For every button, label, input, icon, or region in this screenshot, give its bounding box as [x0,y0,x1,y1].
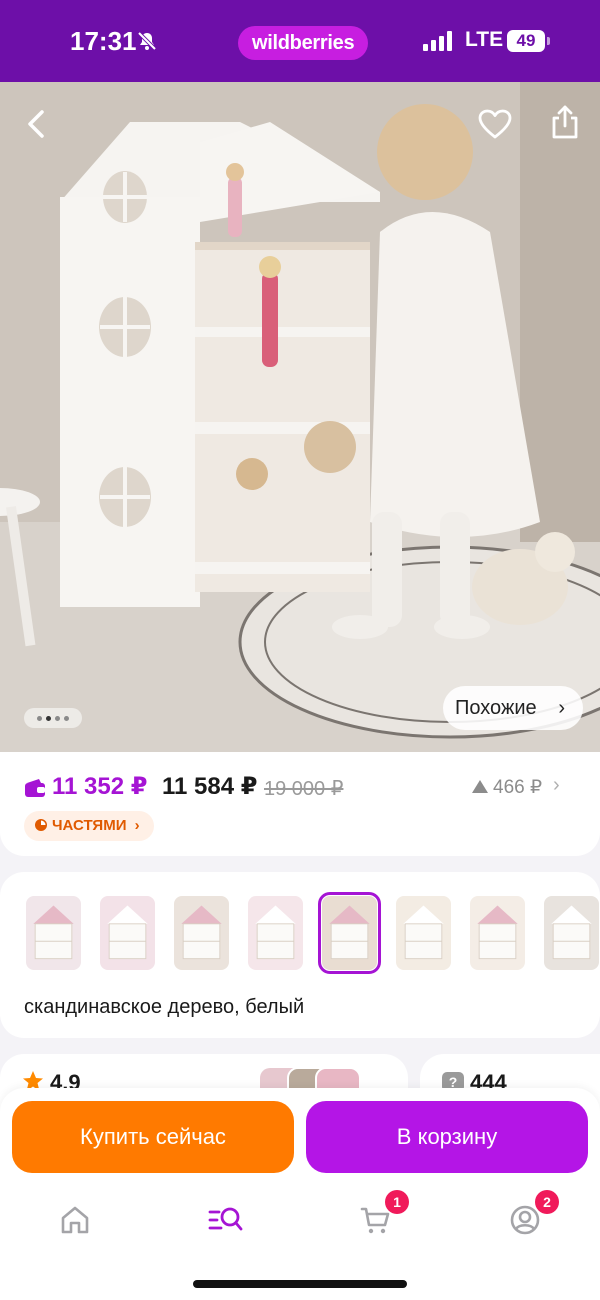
current-price: 11 584 ₽ [162,773,258,800]
status-time: 17:31 [70,26,137,56]
variant-thumbnails [22,892,600,974]
variant-image [544,896,599,970]
bell-muted-icon [137,31,157,51]
signal-icon [423,31,452,51]
pie-icon [35,819,47,831]
variant-image [100,896,155,970]
nav-home[interactable] [55,1200,95,1240]
price-card: 11 352 ₽ 11 584 ₽ 19 000 ₽ 466 ₽ › ЧАСТЯ… [0,752,600,856]
dollhouse-thumbnail-image [255,905,296,960]
dollhouse-thumbnail-image [329,905,370,960]
home-indicator [193,1280,407,1288]
search-list-icon [208,1207,243,1231]
variant-thumbnail[interactable] [540,892,600,974]
installments-label: ЧАСТЯМИ [52,817,127,834]
nav-cart[interactable]: 1 [355,1190,409,1240]
variant-thumbnail[interactable] [392,892,455,974]
pagination-dot [37,715,42,721]
variant-image [248,896,303,970]
variant-thumbnail[interactable] [96,892,159,974]
variants-card: скандинавское дерево, белый [0,872,600,1038]
variant-image [26,896,81,970]
pagination-dot-active [46,715,51,721]
chevron-right-icon: › [134,817,140,834]
favorite-button[interactable] [473,102,517,146]
wallet-icon [25,779,45,797]
similar-button[interactable]: Похожие › [443,686,583,730]
chevron-right-icon: › [558,697,565,719]
variant-image [470,896,525,970]
cart-badge: 1 [385,1190,409,1214]
share-button[interactable] [543,100,587,144]
add-to-cart-button[interactable]: В корзину [306,1101,588,1173]
chevron-right-icon: › [553,774,560,796]
variant-image [396,896,451,970]
dollhouse-thumbnail-image [181,905,222,960]
product-page: 17:31 wildberries LTE 49 Похожие › 11 35… [0,0,600,1300]
photo-pagination [24,708,82,728]
share-icon [552,105,578,139]
variant-thumbnail[interactable] [244,892,307,974]
wallet-price: 11 352 ₽ [52,773,148,800]
pagination-dot [64,715,69,721]
network-type: LTE [465,28,504,51]
battery-icon: 49 [507,30,545,52]
selected-variant-label: скандинавское дерево, белый [24,996,305,1018]
profile-badge: 2 [535,1190,559,1214]
buy-now-button[interactable]: Купить сейчас [12,1101,294,1173]
nav-profile[interactable]: 2 [505,1190,559,1240]
variant-image [322,896,377,970]
installments-badge[interactable]: ЧАСТЯМИ › [24,811,154,841]
brand-logo: wildberries [238,26,369,60]
variant-thumbnail[interactable] [22,892,85,974]
price-change[interactable]: 466 ₽ [472,776,542,799]
triangle-up-icon [472,780,488,793]
dollhouse-thumbnail-image [33,905,74,960]
nav-catalog-search[interactable] [205,1200,245,1240]
pagination-dot [55,715,60,721]
battery-tip [547,37,550,45]
variant-thumbnail[interactable] [318,892,381,974]
home-icon [61,1206,89,1234]
dollhouse-thumbnail-image [477,905,518,960]
product-photo[interactable]: Похожие › [0,82,600,752]
variant-thumbnail[interactable] [170,892,233,974]
dollhouse-thumbnail-image [107,905,148,960]
dollhouse-photo [0,82,600,752]
variant-thumbnail[interactable] [466,892,529,974]
price-change-value: 466 ₽ [493,777,543,798]
back-arrow-icon [28,110,44,138]
heart-icon [478,109,512,139]
variant-image [174,896,229,970]
dollhouse-thumbnail-image [551,905,592,960]
dollhouse-thumbnail-image [403,905,444,960]
bottom-panel: Купить сейчас В корзину 1 2 [0,1088,600,1300]
similar-label: Похожие [455,697,537,719]
back-button[interactable] [14,102,58,146]
old-price: 19 000 ₽ [264,778,344,800]
status-bar: 17:31 wildberries LTE 49 [0,0,600,82]
